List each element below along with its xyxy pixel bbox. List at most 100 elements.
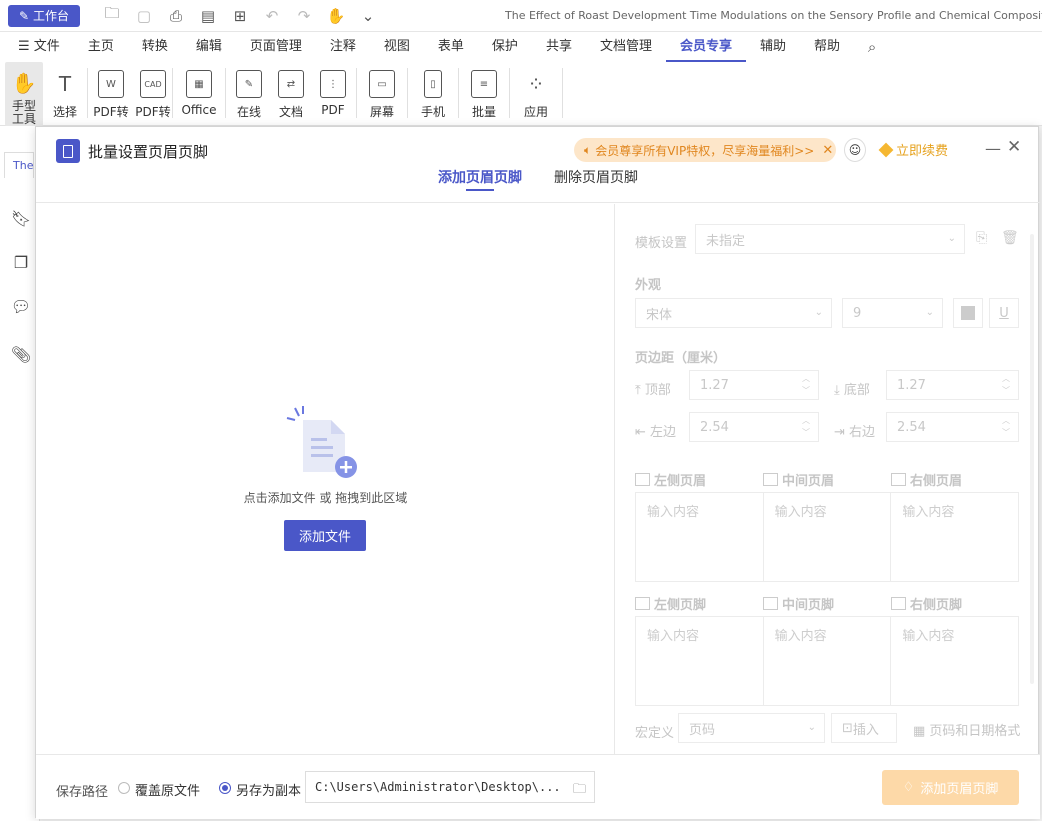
more-dropdown-icon[interactable]: ⌄ [358, 6, 378, 26]
attachment-icon[interactable]: 📎︎ [11, 344, 31, 364]
template-select[interactable]: 未指定 ⌄ [695, 224, 965, 254]
left-header-input[interactable]: 输入内容 [636, 493, 764, 581]
file-drop-zone[interactable]: 点击添加文件 或 拖拽到此区域 添加文件 [36, 204, 615, 754]
renew-button[interactable]: 立即续费 [878, 140, 948, 159]
export-icon[interactable]: ▤ [198, 6, 218, 26]
tab-add-header-footer[interactable]: 添加页眉页脚 [438, 167, 522, 191]
right-footer-toggle[interactable]: 右侧页脚 [891, 594, 962, 613]
comment-icon[interactable]: 💬︎ [11, 296, 31, 316]
add-header-footer-submit-button[interactable]: ♢ 添加页眉页脚 [882, 770, 1019, 805]
top-margin-input[interactable]: 1.27 ︿ ﹀ [689, 370, 819, 400]
menu-form[interactable]: 表单 [424, 32, 478, 62]
add-file-button[interactable]: 添加文件 [284, 520, 366, 551]
phone-button[interactable]: ▯ 手机 [408, 62, 458, 126]
menu-convert[interactable]: 转换 [128, 32, 182, 62]
top-margin-label: ⤒ 顶部 [635, 383, 671, 398]
insert-button[interactable]: ⊡ 插入 [831, 713, 897, 743]
new-doc-icon[interactable]: ⊞ [230, 6, 250, 26]
stepper-icon[interactable]: ︿ ﹀ [1002, 373, 1010, 397]
folder-icon[interactable]: 🗀 [573, 780, 586, 802]
center-footer-input[interactable]: 输入内容 [764, 617, 892, 705]
save-path-input[interactable]: C:\Users\Administrator\Desktop\... 🗀 [305, 771, 595, 803]
apps-button[interactable]: ⁘ 应用 [510, 62, 562, 126]
online-button[interactable]: ✎ 在线 [226, 62, 272, 126]
vip-banner[interactable]: 🔈︎ 会员尊享所有VIP特权，尽享海量福利>> ✕ [574, 138, 836, 162]
font-select[interactable]: 宋体 ⌄ [635, 298, 832, 328]
center-header-toggle[interactable]: 中间页眉 [763, 470, 834, 489]
print-icon[interactable]: ⎙ [166, 6, 186, 26]
select-tool-button[interactable]: T 选择 [43, 62, 87, 126]
close-icon[interactable]: ✕ [1007, 137, 1021, 157]
avatar[interactable]: ☺ [844, 138, 866, 162]
save-icon[interactable]: ▢ [134, 6, 154, 26]
menu-file[interactable]: ☰ 文件 [0, 32, 74, 62]
menu-member[interactable]: 会员专享 [665, 32, 746, 62]
minimize-icon[interactable]: — [985, 139, 1001, 158]
save-template-icon[interactable]: ⎘ [976, 230, 987, 246]
workbench-icon: ✎ [18, 8, 30, 23]
pdf-button[interactable]: ⋮ PDF [310, 62, 356, 126]
bookmark-icon[interactable]: 🔖︎ [11, 208, 31, 228]
left-margin-input[interactable]: 2.54 ︿ ﹀ [689, 412, 819, 442]
office-button[interactable]: ▦ Office [173, 62, 225, 126]
insert-icon: ⊡ [842, 720, 853, 736]
menu-help[interactable]: 帮助 [800, 32, 854, 62]
center-header-input[interactable]: 输入内容 [764, 493, 892, 581]
header-footer-icon [56, 139, 80, 163]
pdf-to-word-button[interactable]: W PDF转 [88, 62, 134, 126]
redo-icon[interactable]: ↷ [294, 6, 314, 26]
overwrite-radio[interactable] [118, 782, 130, 794]
save-path-label: 保存路径 [56, 785, 109, 800]
menu-assist[interactable]: 辅助 [746, 32, 800, 62]
save-copy-radio[interactable] [219, 782, 231, 794]
dialog-title: 批量设置页眉页脚 [88, 143, 209, 161]
page-date-format-link[interactable]: ▦ 页码和日期格式 [913, 720, 1020, 739]
undo-icon[interactable]: ↶ [262, 6, 282, 26]
stepper-icon[interactable]: ︿ ﹀ [802, 415, 810, 439]
bottom-margin-input[interactable]: 1.27 ︿ ﹀ [886, 370, 1019, 400]
search-icon[interactable]: ⌕ [862, 37, 882, 57]
delete-icon[interactable]: 🗑︎ [1001, 230, 1019, 246]
settings-scrollbar[interactable] [1030, 234, 1034, 684]
underline-toggle[interactable]: U [989, 298, 1019, 328]
right-header-toggle[interactable]: 右侧页眉 [891, 470, 962, 489]
right-footer-input[interactable]: 输入内容 [891, 617, 1018, 705]
font-color-picker[interactable] [953, 298, 983, 328]
font-size-select[interactable]: 9 ⌄ [842, 298, 943, 328]
left-header-toggle[interactable]: 左侧页眉 [635, 470, 706, 489]
batch-button[interactable]: ≡ 批量 [459, 62, 509, 126]
close-icon[interactable]: ✕ [822, 143, 833, 158]
stepper-icon[interactable]: ︿ ﹀ [802, 373, 810, 397]
left-footer-toggle[interactable]: 左侧页脚 [635, 594, 706, 613]
open-folder-icon[interactable]: 🗀 [102, 4, 122, 26]
overwrite-label[interactable]: 覆盖原文件 [135, 780, 200, 799]
menu-page-manage[interactable]: 页面管理 [236, 32, 316, 62]
menu-home[interactable]: 主页 [74, 32, 128, 62]
workbench-button[interactable]: ✎ 工作台 [8, 4, 80, 27]
pdf-to-cad-button[interactable]: CAD PDF转 [134, 62, 172, 126]
pdf-to-word-icon: W [98, 70, 124, 98]
menu-annotate[interactable]: 注释 [316, 32, 370, 62]
document-button[interactable]: ⇄ 文档 [272, 62, 310, 126]
menu-edit[interactable]: 编辑 [182, 32, 236, 62]
left-footer-input[interactable]: 输入内容 [636, 617, 764, 705]
calendar-icon: ▦ [913, 724, 930, 739]
screen-button[interactable]: ▭ 屏幕 [357, 62, 407, 126]
document-tab[interactable]: The [4, 152, 34, 178]
menu-doc-manage[interactable]: 文档管理 [586, 32, 666, 62]
chevron-down-icon: ⌄ [807, 722, 816, 733]
stepper-icon[interactable]: ︿ ﹀ [1002, 415, 1010, 439]
tab-remove-header-footer[interactable]: 删除页眉页脚 [554, 167, 638, 187]
chevron-down-icon: ⌄ [925, 307, 934, 318]
right-margin-input[interactable]: 2.54 ︿ ﹀ [886, 412, 1019, 442]
save-copy-label[interactable]: 另存为副本 [236, 780, 301, 799]
pages-icon[interactable]: ❐ [12, 252, 30, 272]
menu-protect[interactable]: 保护 [478, 32, 532, 62]
macro-select[interactable]: 页码 ⌄ [678, 713, 825, 743]
hand-dropdown-icon[interactable]: ✋ [326, 6, 346, 26]
right-header-input[interactable]: 输入内容 [891, 493, 1018, 581]
hand-tool-button[interactable]: ✋ 手型 工具 [5, 62, 43, 126]
center-footer-toggle[interactable]: 中间页脚 [763, 594, 834, 613]
menu-view[interactable]: 视图 [370, 32, 424, 62]
menu-share[interactable]: 共享 [532, 32, 586, 62]
